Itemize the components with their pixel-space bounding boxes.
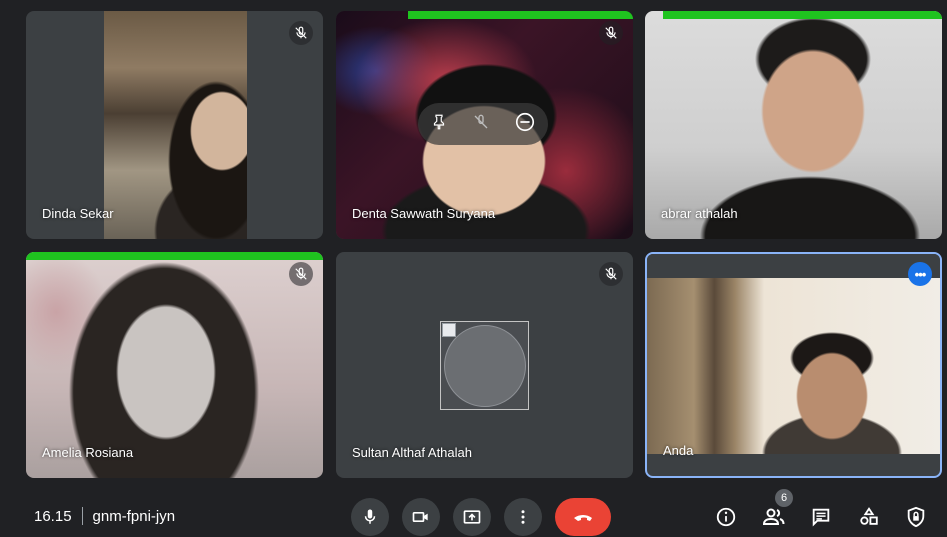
participant-name: Amelia Rosiana [42,445,134,460]
broken-image-icon [442,323,456,337]
chat-button[interactable] [807,503,835,531]
info-icon [716,507,736,527]
activities-icon [860,507,878,525]
participant-tile-dinda[interactable]: Dinda Sekar [26,11,323,239]
meeting-code: gnm-fpni-jyn [92,507,176,525]
speaking-indicator [26,252,323,260]
participant-tile-self[interactable]: ••• Anda [645,252,942,478]
tile-hover-actions [418,103,548,145]
meet-stage: Dinda Sekar Denta Sawwath Suryana abrar … [0,0,947,537]
camera-icon [412,512,428,522]
participant-name: Dinda Sekar [42,206,114,221]
participant-name: Anda [663,443,694,458]
mic-off-icon [289,262,313,286]
meeting-details: 16.15 gnm-fpni-jyn [34,507,175,525]
mic-button[interactable] [351,498,389,536]
people-button[interactable] [760,503,788,531]
more-vert-icon [521,510,525,524]
participant-name: Sultan Althaf Athalah [352,445,472,460]
info-button[interactable] [712,503,740,531]
avatar [440,321,529,410]
mic-off-icon [599,262,623,286]
more-options-button[interactable] [504,498,542,536]
avatar-circle [444,325,526,407]
participant-tile-abrar[interactable]: abrar athalah [645,11,942,239]
meeting-time: 16.15 [34,507,72,525]
mic-off-icon [289,21,313,45]
leave-call-button[interactable] [555,498,611,536]
host-controls-button[interactable] [902,503,930,531]
chat-icon [812,508,830,527]
video-feed [104,11,247,239]
camera-button[interactable] [402,498,440,536]
participant-tile-amelia[interactable]: Amelia Rosiana [26,252,323,478]
participant-tile-denta[interactable]: Denta Sawwath Suryana [336,11,633,239]
participant-tile-sultan[interactable]: Sultan Althaf Athalah [336,252,633,478]
video-feed [647,278,940,454]
mic-off-icon [599,21,623,45]
remove-icon[interactable] [514,111,536,138]
people-icon [762,508,785,525]
divider [81,507,83,525]
tile-top-strip [647,254,940,278]
participant-name: abrar athalah [661,206,738,221]
more-options-icon[interactable]: ••• [908,262,932,286]
present-screen-icon [463,510,481,524]
people-count-badge: 6 [775,489,793,507]
speaking-indicator [663,11,942,19]
mic-off-icon[interactable] [473,114,489,135]
pin-icon[interactable] [430,113,448,136]
participant-name: Denta Sawwath Suryana [352,206,496,221]
speaking-indicator [408,11,633,19]
present-button[interactable] [453,498,491,536]
mic-icon [364,509,376,524]
video-feed [645,11,942,239]
host-controls-icon [907,506,925,528]
hangup-icon [574,515,592,521]
activities-button[interactable] [855,503,883,531]
